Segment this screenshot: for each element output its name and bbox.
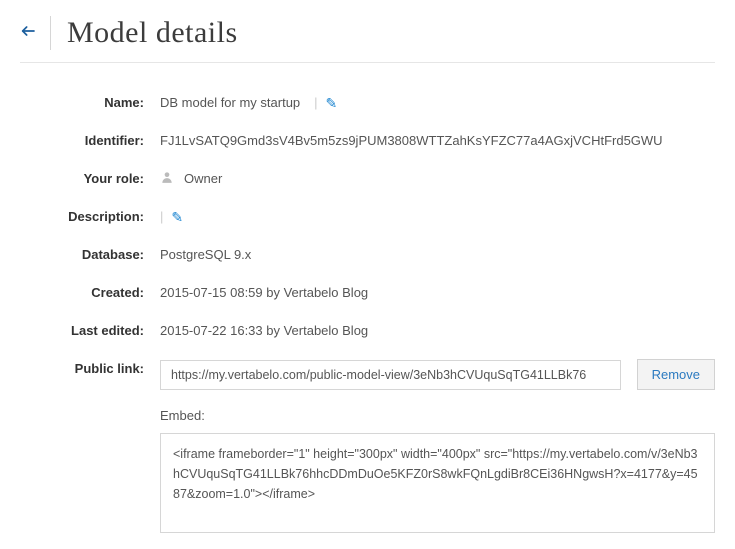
row-public-link: Public link: Remove [20,359,715,390]
value-name: DB model for my startup [160,93,300,113]
label-identifier: Identifier: [20,131,160,151]
row-embed: Embed: <iframe frameborder="1" height="3… [20,408,715,533]
label-created: Created: [20,283,160,303]
value-identifier: FJ1LvSATQ9Gmd3sV4Bv5m5zs9jPUM3808WTTZahK… [160,131,663,151]
label-embed: Embed: [160,408,715,423]
value-last-edited: 2015-07-22 16:33 by Vertabelo Blog [160,321,368,341]
value-database: PostgreSQL 9.x [160,245,251,265]
label-public-link: Public link: [20,359,160,379]
pencil-icon[interactable]: ✎ [326,93,338,113]
row-identifier: Identifier: FJ1LvSATQ9Gmd3sV4Bv5m5zs9jPU… [20,131,715,151]
person-icon [160,169,174,189]
row-description: Description: | ✎ [20,207,715,227]
details-list: Name: DB model for my startup | ✎ Identi… [20,93,715,533]
public-link-input[interactable] [160,360,621,390]
separator: | [314,93,317,113]
row-created: Created: 2015-07-15 08:59 by Vertabelo B… [20,283,715,303]
value-created: 2015-07-15 08:59 by Vertabelo Blog [160,283,368,303]
back-icon[interactable] [20,23,36,44]
row-last-edited: Last edited: 2015-07-22 16:33 by Vertabe… [20,321,715,341]
value-role: Owner [184,169,222,189]
label-description: Description: [20,207,160,227]
row-role: Your role: Owner [20,169,715,189]
row-database: Database: PostgreSQL 9.x [20,245,715,265]
pencil-icon[interactable]: ✎ [171,207,183,227]
label-role: Your role: [20,169,160,189]
page-title: Model details [50,16,238,50]
remove-button[interactable]: Remove [637,359,715,390]
label-name: Name: [20,93,160,113]
page-header: Model details [20,16,715,63]
row-name: Name: DB model for my startup | ✎ [20,93,715,113]
label-database: Database: [20,245,160,265]
separator: | [160,207,163,227]
embed-code-box[interactable]: <iframe frameborder="1" height="300px" w… [160,433,715,533]
label-last-edited: Last edited: [20,321,160,341]
